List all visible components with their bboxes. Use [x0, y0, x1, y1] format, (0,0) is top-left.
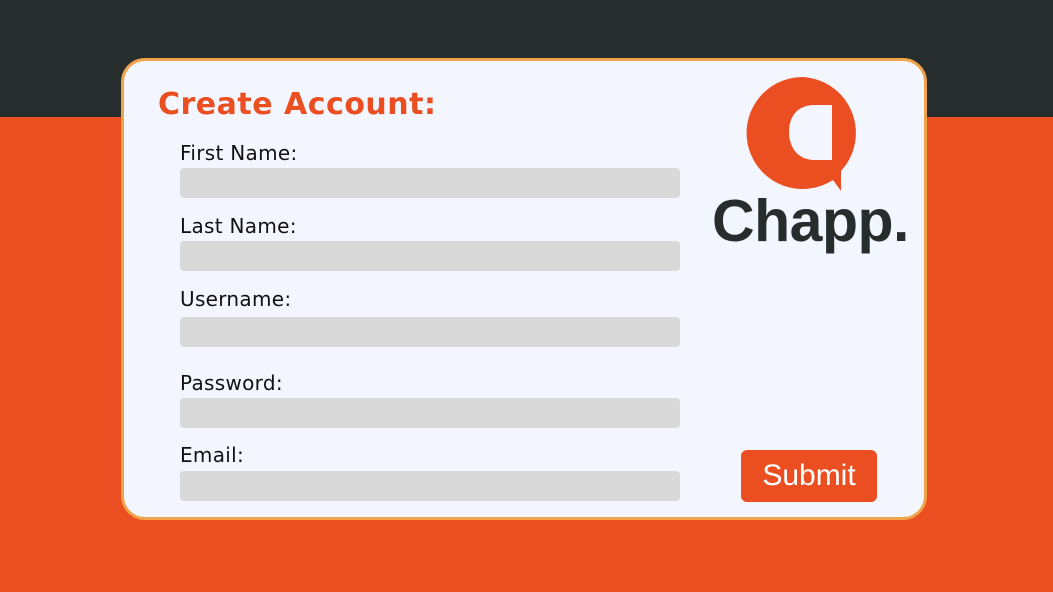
password-input[interactable]	[180, 398, 680, 428]
submit-button[interactable]: Submit	[741, 450, 877, 502]
last-name-label: Last Name:	[180, 214, 297, 238]
signup-card: Create Account: First Name: Last Name: U…	[121, 58, 927, 520]
username-label: Username:	[180, 287, 292, 311]
email-input[interactable]	[180, 471, 680, 501]
password-label: Password:	[180, 371, 283, 395]
email-label: Email:	[180, 443, 245, 467]
brand-name: Chapp.	[712, 188, 909, 254]
page-title: Create Account:	[158, 87, 437, 122]
chapp-logo: Chapp.	[694, 74, 924, 254]
first-name-input[interactable]	[180, 168, 680, 198]
username-input[interactable]	[180, 317, 680, 347]
last-name-input[interactable]	[180, 241, 680, 271]
first-name-label: First Name:	[180, 141, 298, 165]
page-background: Create Account: First Name: Last Name: U…	[0, 0, 1053, 592]
chat-bubble-icon	[746, 77, 856, 191]
